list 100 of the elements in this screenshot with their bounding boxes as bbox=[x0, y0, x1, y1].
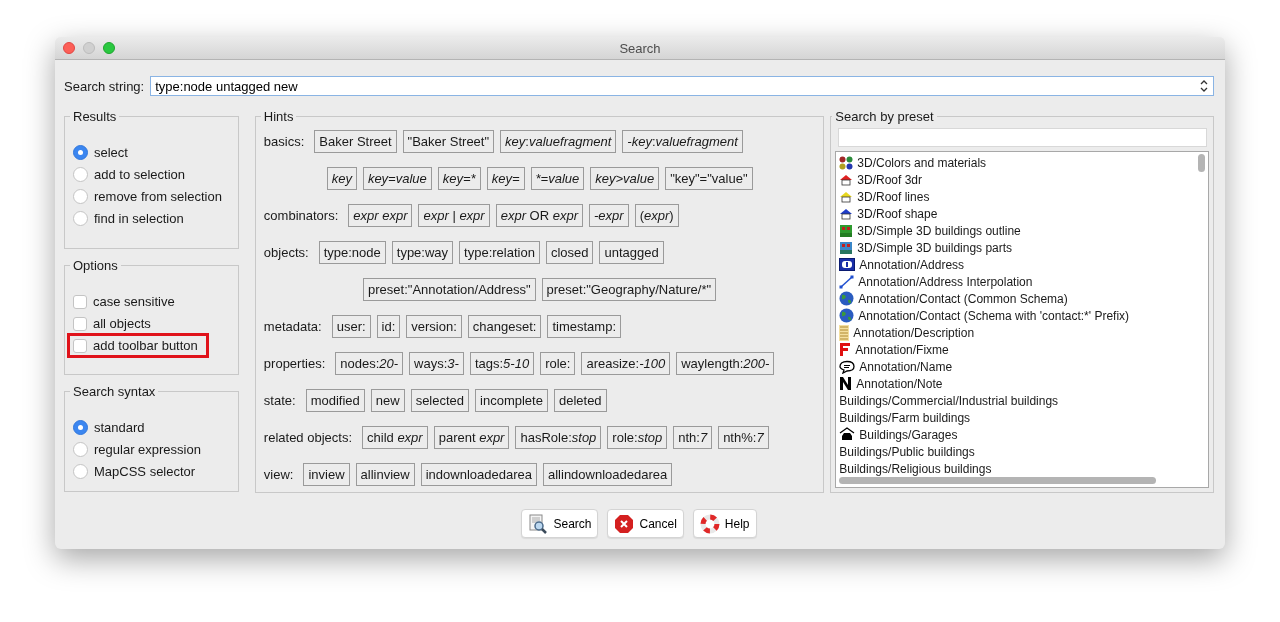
horizontal-scrollbar-thumb[interactable] bbox=[839, 477, 1157, 484]
preset-item[interactable]: Annotation/Fixme bbox=[855, 342, 949, 357]
preset-item[interactable]: 3D/Roof 3dr bbox=[857, 172, 923, 187]
hint-button[interactable]: (expr) bbox=[634, 204, 679, 227]
hint-button[interactable]: Baker Street bbox=[314, 130, 397, 153]
hint-button[interactable]: key=value bbox=[362, 167, 432, 190]
preset-item[interactable]: Buildings/Farm buildings bbox=[839, 410, 971, 425]
hint-button[interactable]: deleted bbox=[553, 389, 607, 412]
zoom-button[interactable] bbox=[103, 42, 115, 54]
hint-button[interactable]: expr OR expr bbox=[495, 204, 583, 227]
radio-option[interactable]: find in selection bbox=[70, 209, 187, 228]
radio-option[interactable]: regular expression bbox=[70, 440, 204, 459]
preset-item[interactable]: Annotation/Note bbox=[856, 376, 943, 391]
hint-button[interactable]: hasRole:stop bbox=[515, 426, 602, 449]
hint-button[interactable]: "key"="value" bbox=[665, 167, 753, 190]
hint-button[interactable]: key bbox=[326, 167, 357, 190]
minimize-button[interactable] bbox=[83, 42, 95, 54]
preset-item[interactable]: 3D/Simple 3D buildings outline bbox=[857, 223, 1021, 238]
hint-button[interactable]: id: bbox=[376, 315, 401, 338]
dialog-button[interactable]: Search bbox=[521, 509, 599, 538]
hint-button[interactable]: user: bbox=[331, 315, 371, 338]
radio-button[interactable] bbox=[73, 145, 88, 160]
hint-button[interactable]: nth%:7 bbox=[718, 426, 769, 449]
hint-button[interactable]: preset:"Annotation/Address" bbox=[363, 278, 536, 301]
hint-button[interactable]: waylength:200- bbox=[676, 352, 775, 375]
radio-button[interactable] bbox=[73, 167, 88, 182]
checkbox[interactable] bbox=[73, 294, 87, 309]
preset-item[interactable]: Buildings/Religious buildings bbox=[839, 461, 992, 476]
hint-button[interactable]: *=value bbox=[530, 167, 585, 190]
dialog-button[interactable]: Cancel bbox=[607, 509, 684, 538]
hint-button[interactable]: changeset: bbox=[467, 315, 542, 338]
preset-filter-field[interactable] bbox=[838, 128, 1208, 147]
hint-button[interactable]: allindownloadedarea bbox=[543, 463, 673, 486]
hint-button[interactable]: tags:5-10 bbox=[469, 352, 535, 375]
preset-item[interactable]: 3D/Colors and materials bbox=[857, 155, 987, 170]
preset-item[interactable]: 3D/Simple 3D buildings parts bbox=[857, 240, 1013, 255]
hint-button[interactable]: parent expr bbox=[433, 426, 510, 449]
hint-button[interactable]: nodes:20- bbox=[335, 352, 404, 375]
hint-button[interactable]: role:stop bbox=[607, 426, 668, 449]
hint-button[interactable]: indownloadedarea bbox=[420, 463, 537, 486]
hint-button[interactable]: "Baker Street" bbox=[402, 130, 495, 153]
hint-button[interactable]: -expr bbox=[589, 204, 629, 227]
hint-button[interactable]: expr expr bbox=[348, 204, 413, 227]
hint-button[interactable]: preset:"Geography/Nature/*" bbox=[541, 278, 717, 301]
hint-button[interactable]: key= bbox=[486, 167, 525, 190]
hint-button[interactable]: selected bbox=[410, 389, 470, 412]
preset-item[interactable]: 3D/Roof lines bbox=[857, 189, 930, 204]
hint-button[interactable]: areasize:-100 bbox=[581, 352, 671, 375]
radio-button[interactable] bbox=[73, 211, 88, 226]
preset-item[interactable]: 3D/Roof shape bbox=[857, 206, 938, 221]
preset-item[interactable]: Buildings/Public buildings bbox=[839, 444, 975, 459]
radio-option[interactable]: remove from selection bbox=[70, 187, 225, 206]
hint-button[interactable]: ways:3- bbox=[409, 352, 464, 375]
search-string-field[interactable]: type:node untagged new bbox=[150, 76, 1214, 96]
hint-button[interactable]: type:relation bbox=[459, 241, 540, 264]
hint-button[interactable]: -key:valuefragment bbox=[622, 130, 743, 153]
preset-item[interactable]: Annotation/Address bbox=[859, 257, 965, 272]
preset-item[interactable]: Annotation/Name bbox=[859, 359, 953, 374]
hint-button[interactable]: inview bbox=[303, 463, 350, 486]
line-icon bbox=[839, 274, 855, 289]
radio-option[interactable]: select bbox=[70, 143, 131, 162]
house-roof-icon bbox=[839, 172, 854, 187]
hint-button[interactable]: type:node bbox=[318, 241, 386, 264]
hint-button[interactable]: closed bbox=[545, 241, 594, 264]
hint-button[interactable]: key:valuefragment bbox=[500, 130, 617, 153]
radio-option[interactable]: add to selection bbox=[70, 165, 189, 184]
hint-button[interactable]: expr | expr bbox=[418, 204, 490, 227]
radio-button[interactable] bbox=[73, 420, 88, 435]
radio-option[interactable]: standard bbox=[70, 418, 148, 437]
vertical-scrollbar-thumb[interactable] bbox=[1198, 154, 1205, 172]
preset-item[interactable]: Buildings/Commercial/Industrial buildings bbox=[839, 393, 1059, 408]
preset-item[interactable]: Buildings/Garages bbox=[859, 427, 958, 442]
hint-button[interactable]: allinview bbox=[355, 463, 415, 486]
preset-item[interactable]: Annotation/Contact (Schema with 'contact:*' Prefix) bbox=[858, 308, 1130, 323]
hint-button[interactable]: type:way bbox=[391, 241, 454, 264]
hint-category-label: properties: bbox=[263, 356, 326, 371]
hint-button[interactable]: key=* bbox=[437, 167, 481, 190]
hint-button[interactable]: incomplete bbox=[475, 389, 548, 412]
hint-button[interactable]: timestamp: bbox=[547, 315, 622, 338]
preset-item[interactable]: Annotation/Contact (Common Schema) bbox=[858, 291, 1068, 306]
radio-button[interactable] bbox=[73, 464, 88, 479]
checkbox[interactable] bbox=[73, 338, 87, 353]
hint-category-label: view: bbox=[263, 467, 294, 482]
hint-button[interactable]: child expr bbox=[362, 426, 428, 449]
hint-button[interactable]: role: bbox=[540, 352, 576, 375]
hint-button[interactable]: nth:7 bbox=[673, 426, 713, 449]
preset-item[interactable]: Annotation/Address Interpolation bbox=[858, 274, 1033, 289]
radio-option[interactable]: MapCSS selector bbox=[70, 462, 199, 481]
hint-button[interactable]: new bbox=[370, 389, 405, 412]
radio-button[interactable] bbox=[73, 442, 88, 457]
building-icon bbox=[839, 240, 854, 255]
radio-button[interactable] bbox=[73, 189, 88, 204]
checkbox[interactable] bbox=[73, 316, 87, 331]
close-button[interactable] bbox=[63, 42, 75, 54]
hint-button[interactable]: modified bbox=[305, 389, 365, 412]
preset-item[interactable]: Annotation/Description bbox=[853, 325, 975, 340]
hint-button[interactable]: untagged bbox=[599, 241, 664, 264]
dialog-button[interactable]: Help bbox=[692, 509, 757, 538]
hint-button[interactable]: version: bbox=[406, 315, 462, 338]
hint-button[interactable]: key>value bbox=[590, 167, 660, 190]
